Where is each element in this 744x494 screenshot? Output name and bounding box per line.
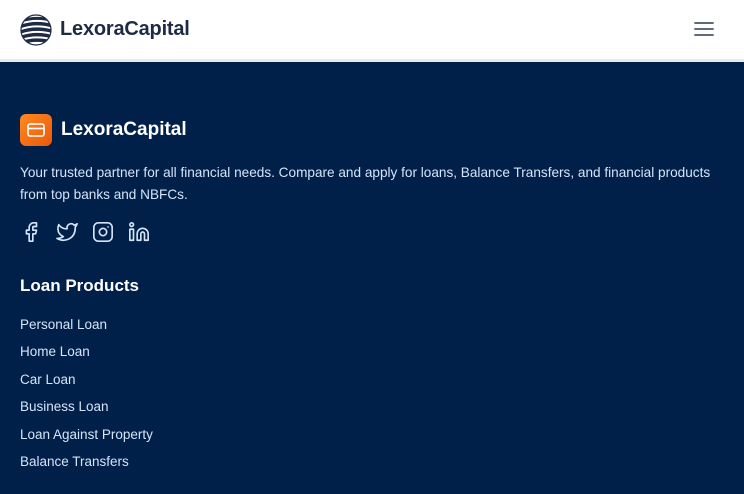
twitter-link[interactable] [56,221,78,243]
footer-logo [20,114,52,146]
loan-against-property-link[interactable]: Loan Against Property [20,427,153,442]
hamburger-menu-button[interactable] [694,19,714,39]
loan-products-list: Personal Loan Home Loan Car Loan Busines… [20,316,153,480]
car-loan-link[interactable]: Car Loan [20,372,76,387]
list-item: Loan Against Property [20,426,153,453]
social-links [20,221,164,243]
footer-brand-name: LexoraCapital [61,119,187,140]
list-item: Home Loan [20,343,153,370]
list-item: Balance Transfers [20,453,153,480]
instagram-icon [93,222,113,242]
list-item: Personal Loan [20,316,153,343]
facebook-link[interactable] [20,221,42,243]
brand-home-link[interactable]: LexoraCapital [20,13,190,46]
top-navbar: LexoraCapital [0,0,744,62]
footer-description: Your trusted partner for all financial n… [20,165,711,202]
business-loan-link[interactable]: Business Loan [20,399,109,414]
facebook-icon [25,222,38,242]
brand-name: LexoraCapital [60,18,190,40]
hamburger-menu-icon [694,22,714,36]
linkedin-link[interactable] [128,221,150,243]
list-item: Car Loan [20,371,153,398]
balance-transfers-link[interactable]: Balance Transfers [20,454,129,469]
site-footer: LexoraCapital Your trusted partner for a… [0,65,744,494]
twitter-icon [56,222,78,242]
personal-loan-link[interactable]: Personal Loan [20,317,107,332]
loan-products-heading: Loan Products [20,276,140,295]
home-loan-link[interactable]: Home Loan [20,344,90,359]
footer-brand: LexoraCapital [20,114,187,146]
credit-card-icon [27,123,45,137]
list-item: Business Loan [20,398,153,425]
instagram-link[interactable] [92,221,114,243]
linkedin-icon [129,222,149,242]
striped-globe-icon [20,13,52,46]
